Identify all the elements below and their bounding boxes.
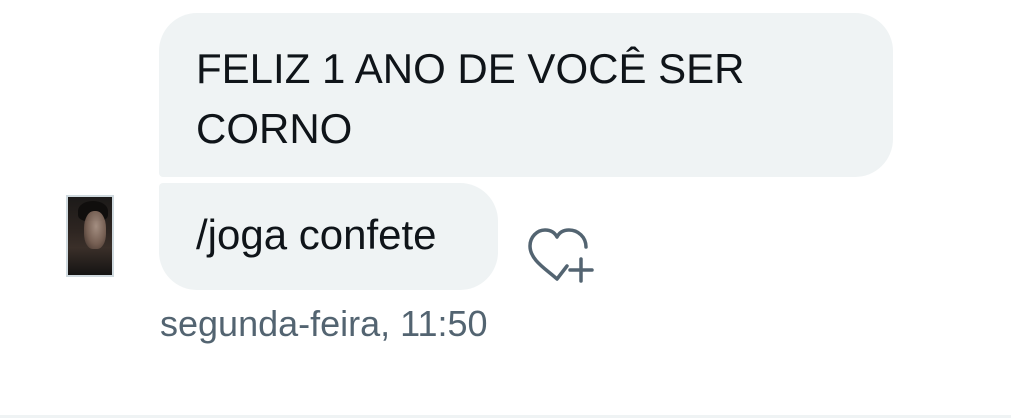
message-bubble[interactable]: /joga confete xyxy=(159,183,498,290)
message-text: FELIZ 1 ANO DE VOCÊ SER CORNO xyxy=(196,45,745,152)
add-reaction-button[interactable] xyxy=(526,226,596,288)
message-bubble[interactable]: FELIZ 1 ANO DE VOCÊ SER CORNO xyxy=(159,13,893,177)
message-timestamp: segunda-feira, 11:50 xyxy=(160,303,488,344)
avatar-face xyxy=(84,211,106,249)
sender-avatar[interactable] xyxy=(66,195,114,277)
message-text: /joga confete xyxy=(196,211,437,258)
heart-plus-icon xyxy=(528,228,594,283)
